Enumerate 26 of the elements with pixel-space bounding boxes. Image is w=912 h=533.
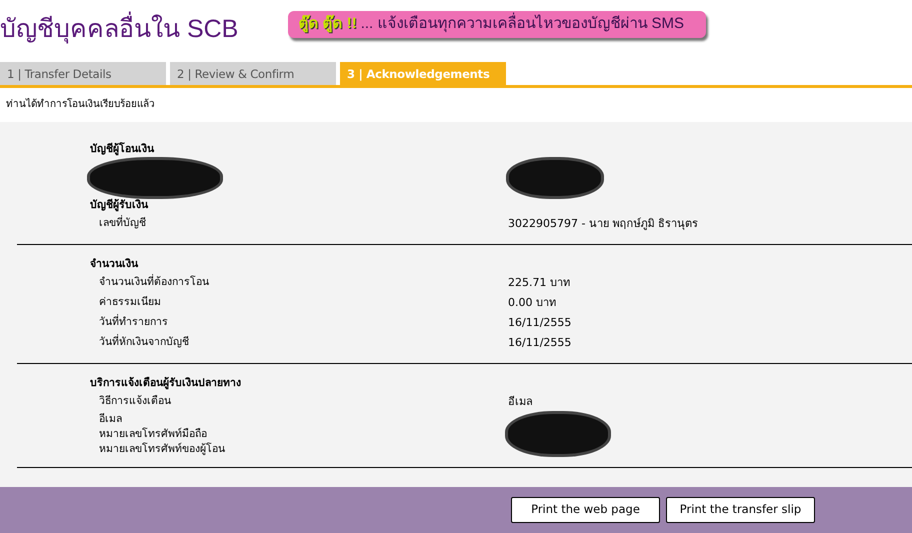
section-heading: บริการแจ้งเตือนผู้รับเงินปลายทาง [90, 376, 242, 392]
field-label: หมายเลขโทรศัพท์ของผู้โอน [98, 442, 226, 457]
field-value: อีเมล [508, 394, 533, 410]
field-value: 16/11/2555 [508, 314, 572, 331]
field-label: จำนวนเงินที่ต้องการโอน [98, 275, 210, 290]
field-label: ค่าธรรมเนียม [98, 295, 162, 310]
sms-banner[interactable]: ตู๊ด ตู๊ด !! ... แจ้งเตือนทุกความเคลื่อนไหวของบัญชีผ่าน SMS [288, 10, 706, 38]
field-label: เลขที่บัญชี [98, 216, 147, 232]
success-message: ท่านได้ทำการโอนเงินเรียบร้อยแล้ว [5, 97, 156, 112]
section-heading: จำนวนเงิน [90, 257, 140, 272]
field-label: หมายเลขโทรศัพท์มือถือ [98, 427, 208, 442]
field-value: 0.00 บาท [508, 294, 556, 311]
field-label: วันที่ทำรายการ [98, 315, 169, 330]
page-title: บัญชีบุคคลอื่นใน SCB [0, 14, 238, 44]
field-label: อีเมล [98, 412, 123, 427]
section-heading: บัญชีผู้รับเงิน [90, 198, 150, 214]
print-button[interactable]: Print the transfer slip [666, 497, 815, 523]
field-value: 3022905797 - นาย พฤกษ์ภูมิ ธิรานุตร [508, 216, 698, 232]
section-heading: บัญชีผู้โอนเงิน [90, 142, 156, 158]
step-tab[interactable]: 2 | Review & Confirm [170, 62, 336, 85]
field-value: 16/11/2555 [508, 334, 572, 351]
step-tab[interactable]: 1 | Transfer Details [0, 62, 166, 85]
field-label: วิธีการแจ้งเตือน [98, 394, 172, 410]
field-label: วันที่หักเงินจากบัญชี [98, 335, 190, 350]
print-button[interactable]: Print the web page [511, 497, 660, 523]
field-value: 225.71 บาท [508, 274, 570, 291]
